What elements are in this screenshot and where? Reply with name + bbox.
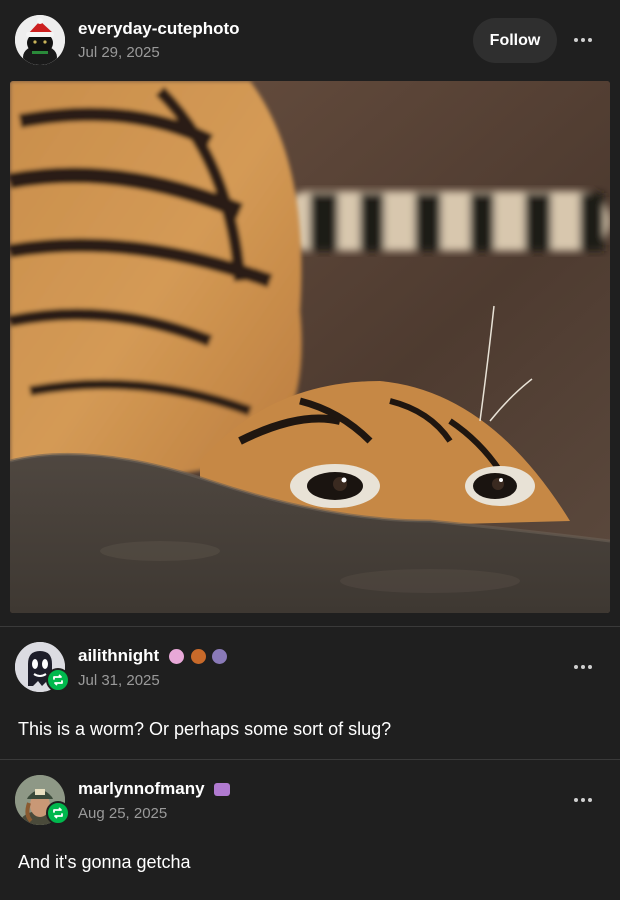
tiger-peeking-photo-icon	[10, 81, 610, 613]
reblog-icon	[46, 668, 70, 692]
reblog-username[interactable]: ailithnight	[78, 646, 159, 665]
reblog-more-options-icon[interactable]	[568, 790, 598, 810]
reblog-text: And it's gonna getcha	[18, 852, 191, 872]
reblog-item: ailithnight Jul 31, 2025 This is a worm?…	[0, 627, 620, 759]
tiger-photo[interactable]	[10, 81, 610, 613]
purple-creature-badge-icon[interactable]	[212, 649, 228, 665]
reblog-username-row: marlynnofmany	[78, 779, 231, 799]
reblog-username[interactable]: marlynnofmany	[78, 779, 205, 798]
reblog-date[interactable]: Jul 31, 2025	[78, 672, 160, 689]
post-more-options-icon[interactable]	[568, 30, 598, 50]
reblog-date[interactable]: Aug 25, 2025	[78, 805, 167, 822]
post-header: everyday-cutephoto Jul 29, 2025 Follow	[0, 0, 620, 80]
follow-button[interactable]: Follow	[473, 18, 557, 63]
reblog-username-row: ailithnight	[78, 646, 228, 666]
post-date[interactable]: Jul 29, 2025	[78, 44, 160, 61]
reblog-item: marlynnofmany Aug 25, 2025 And it's gonn…	[0, 760, 620, 900]
paw-badge-icon[interactable]	[190, 649, 206, 665]
pink-creature-badge-icon[interactable]	[168, 649, 184, 665]
reblog-icon	[46, 801, 70, 825]
black-cat-avatar-icon[interactable]	[15, 15, 65, 65]
reblog-avatar[interactable]	[15, 775, 71, 831]
reblog-avatar[interactable]	[15, 642, 71, 698]
reblog-text: This is a worm? Or perhaps some sort of …	[18, 719, 392, 739]
tumblr-post-page: everyday-cutephoto Jul 29, 2025 Follow a…	[0, 0, 620, 900]
post-username[interactable]: everyday-cutephoto	[78, 19, 240, 39]
reblog-more-options-icon[interactable]	[568, 657, 598, 677]
typewriter-badge-icon[interactable]	[214, 783, 231, 797]
